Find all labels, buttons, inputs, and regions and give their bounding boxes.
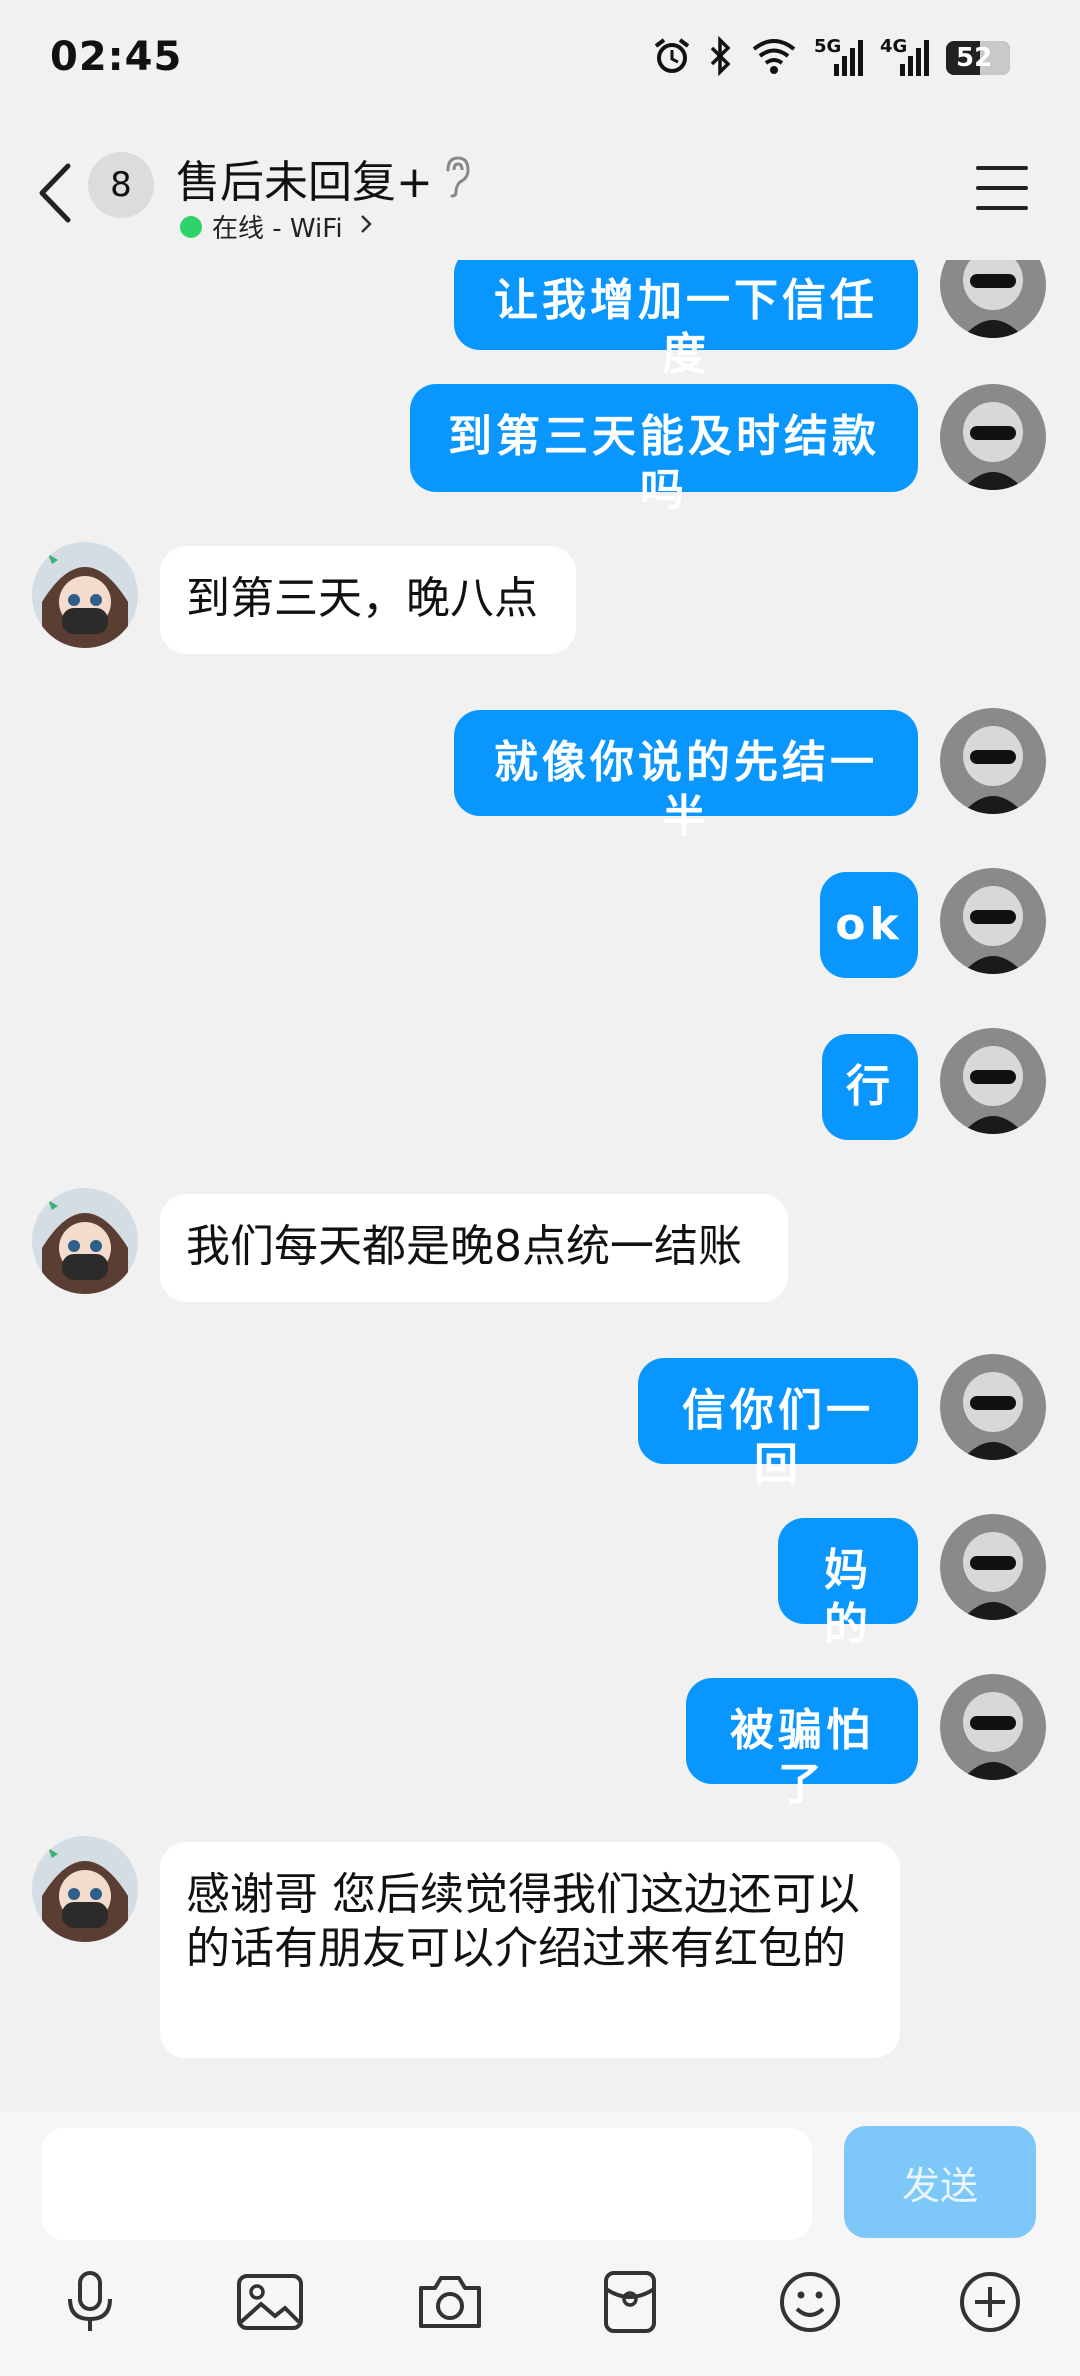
message-bubble-received[interactable]: 我们每天都是晚8点统一结账	[160, 1194, 788, 1302]
message-bubble-received[interactable]: 感谢哥 您后续觉得我们这边还可以的话有朋友可以介绍过来有红包的	[160, 1842, 900, 2058]
menu-icon	[976, 166, 1028, 170]
emoji-icon[interactable]	[770, 2262, 850, 2342]
composer: 发送	[0, 2112, 1080, 2376]
message-bubble-sent[interactable]: 信你们一回	[638, 1358, 918, 1490]
my-avatar[interactable]	[940, 384, 1046, 490]
message-bubble-sent[interactable]: ok	[820, 872, 918, 978]
message-bubble-sent[interactable]: 就像你说的先结一半	[454, 710, 918, 842]
contact-avatar[interactable]	[32, 542, 138, 648]
chat-header: 8 售后未回复+ 在线 - WiFi	[0, 120, 1080, 260]
message-bubble-sent[interactable]: 行	[822, 1034, 918, 1140]
message-bubble-sent[interactable]: 被骗怕了	[686, 1678, 918, 1810]
chat-title[interactable]: 售后未回复+	[176, 146, 433, 210]
send-button[interactable]: 发送	[844, 2126, 1036, 2238]
battery-level: 52	[956, 43, 993, 73]
camera-icon[interactable]	[410, 2262, 490, 2342]
online-dot	[180, 215, 202, 238]
chat-screen: 让我增加一下信任度 到第三天能及时结款吗 到第三天，晚八点 就像你说的先结一半	[0, 0, 1080, 2376]
menu-button[interactable]	[976, 166, 1028, 210]
my-avatar[interactable]	[940, 708, 1046, 814]
my-avatar[interactable]	[940, 1514, 1046, 1620]
status-bar: 02:45 5G 4G 52	[0, 0, 1080, 110]
my-avatar[interactable]	[940, 1354, 1046, 1460]
bluetooth-icon	[708, 35, 734, 80]
microphone-icon[interactable]	[50, 2262, 130, 2342]
unread-badge: 8	[88, 152, 154, 218]
chevron-right-icon	[359, 212, 373, 242]
message-bubble-sent[interactable]: 到第三天能及时结款吗	[410, 384, 918, 516]
clock: 02:45	[50, 34, 183, 80]
ear-icon[interactable]	[440, 154, 474, 202]
signal-4g-icon: 4G	[880, 36, 930, 78]
contact-avatar[interactable]	[32, 1836, 138, 1942]
message-bubble-sent[interactable]: 妈的	[778, 1518, 918, 1650]
message-bubble-received[interactable]: 到第三天，晚八点	[160, 546, 576, 654]
battery-icon: 52	[946, 41, 1010, 75]
red-packet-icon[interactable]	[590, 2262, 670, 2342]
my-avatar[interactable]	[940, 1028, 1046, 1134]
message-bubble-sent[interactable]: 让我增加一下信任度	[454, 248, 918, 380]
contact-avatar[interactable]	[32, 1188, 138, 1294]
plus-icon[interactable]	[950, 2262, 1030, 2342]
message-input[interactable]	[42, 2128, 812, 2240]
my-avatar[interactable]	[940, 1674, 1046, 1780]
image-icon[interactable]	[230, 2262, 310, 2342]
wifi-icon	[750, 37, 798, 79]
alarm-icon	[652, 36, 692, 80]
my-avatar[interactable]	[940, 868, 1046, 974]
back-button[interactable]	[34, 160, 78, 226]
composer-toolbar	[0, 2262, 1080, 2362]
status-icons: 5G 4G 52	[652, 35, 1010, 80]
message-list[interactable]: 让我增加一下信任度 到第三天能及时结款吗 到第三天，晚八点 就像你说的先结一半	[0, 0, 1080, 2110]
online-status[interactable]: 在线 - WiFi	[180, 208, 373, 245]
signal-5g-icon: 5G	[814, 36, 864, 78]
online-status-label: 在线 - WiFi	[212, 214, 343, 244]
